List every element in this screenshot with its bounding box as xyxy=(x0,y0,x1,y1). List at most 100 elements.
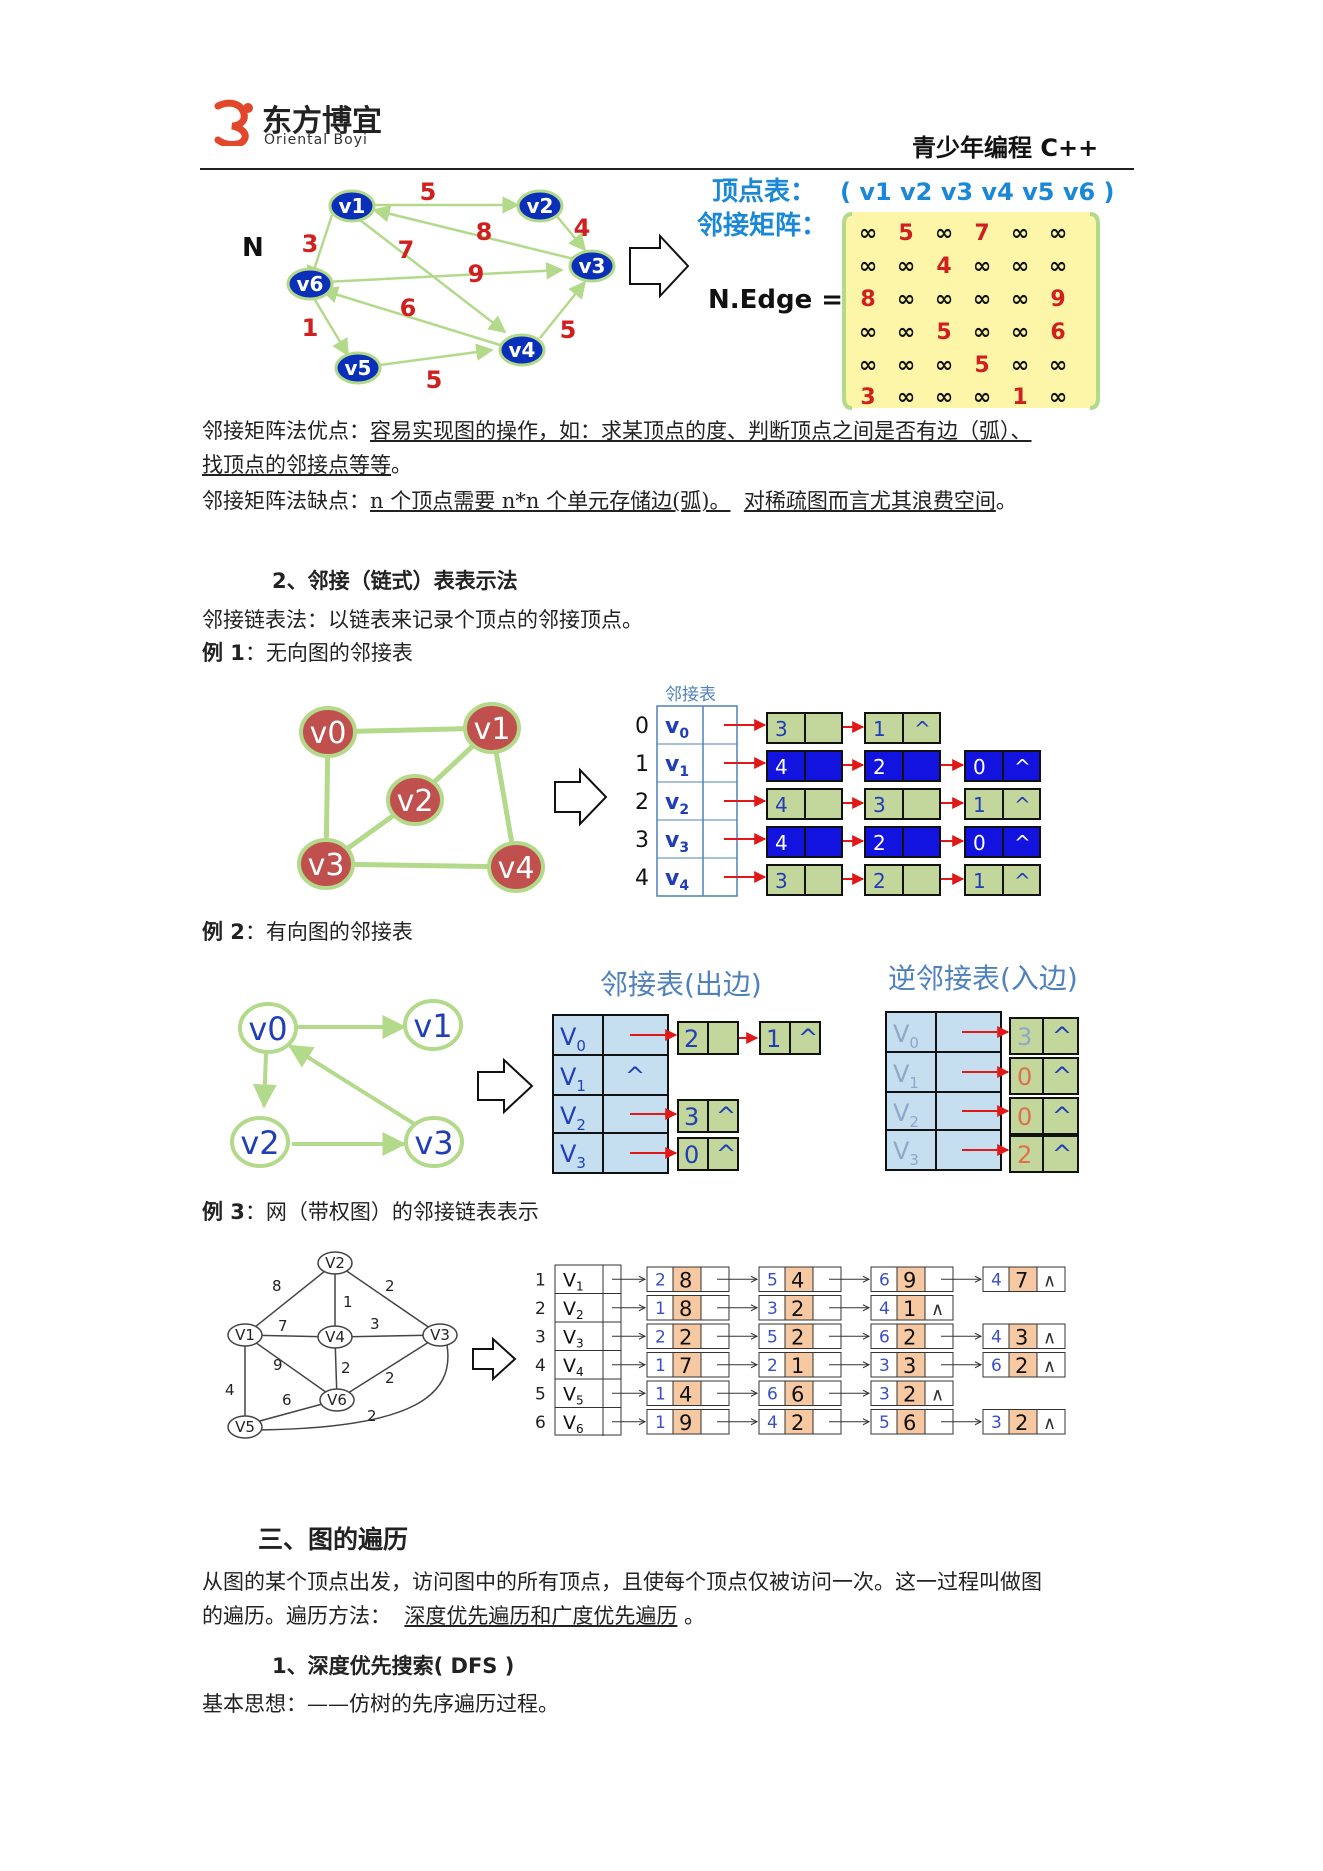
vertex-sub: 1 xyxy=(576,1279,584,1293)
list-nodes: 3 1 ^ 4 2 0 ^ 4 3 1 ^ 4 2 0 ^ 3 2 1 ^ xyxy=(766,712,1041,896)
node-label: v0 xyxy=(310,716,347,751)
matrix-cell: ∞ xyxy=(1049,221,1067,246)
traversal-line-1: 从图的某个顶点出发，访问图中的所有顶点，且使每个顶点仅被访问一次。这一过程叫做图 xyxy=(202,1570,1042,1594)
null-pointer-mark: ^ xyxy=(1052,1062,1072,1090)
vertex-name: V xyxy=(893,1137,910,1165)
network-nodes: V2 V1 V4 V3 V6 V5 xyxy=(227,1251,458,1439)
matrix-cell: 5 xyxy=(898,221,913,246)
node-label: v1 xyxy=(474,712,511,747)
hollow-arrow-icon xyxy=(477,1057,534,1115)
vertex-letter: V xyxy=(563,1355,576,1377)
matrix-cell: ∞ xyxy=(1011,353,1029,378)
node-label: v2 xyxy=(240,1124,279,1162)
null-pointer-mark: ^ xyxy=(1014,831,1031,855)
edge-weight-value: 4 xyxy=(791,1268,804,1292)
node-label: v3 xyxy=(308,848,345,883)
figure-network-matrix: N v1 v2 v3 v4 v5 v6 5 4 8 7 9 3 6 1 5 5 xyxy=(242,176,1115,410)
vertex-sub: 4 xyxy=(576,1365,584,1379)
disadvantages-paragraph: 邻接矩阵法缺点：n 个顶点需要 n*n 个单元存储边(弧)。 对稀疏图而言尤其浪… xyxy=(202,484,1132,518)
example-2-text: ：有向图的邻接表 xyxy=(244,920,413,944)
vertex-letter: V xyxy=(563,1326,576,1348)
matrix-cell: ∞ xyxy=(897,287,915,312)
example-1-label: 例 1 xyxy=(202,641,245,665)
vertex-table-label: 顶点表： xyxy=(712,176,816,207)
adjacent-vertex: 5 xyxy=(767,1327,778,1347)
network-weights: 8 2 1 7 3 9 2 2 4 6 2 xyxy=(225,1277,395,1425)
edge-weight: 1 xyxy=(302,314,319,342)
row-index: 3 xyxy=(635,828,649,853)
edge-weight-value: 2 xyxy=(903,1382,916,1406)
adjacent-vertex: 5 xyxy=(879,1413,890,1433)
node-label: v3 xyxy=(414,1124,453,1162)
adjacent-vertex: 1 xyxy=(655,1356,666,1376)
null-pointer-mark: ^ xyxy=(798,1024,818,1052)
vertex-sub: 2 xyxy=(679,802,689,818)
matrix-cell: ∞ xyxy=(1049,353,1067,378)
vertex-name: v xyxy=(665,714,680,739)
list-node-value: 4 xyxy=(775,831,788,855)
edge-weight: 5 xyxy=(426,366,443,394)
brand-logo-icon xyxy=(214,99,253,146)
list-node-value: 0 xyxy=(684,1141,699,1169)
edge-weight-value: 9 xyxy=(903,1268,916,1292)
adjacent-vertex: 4 xyxy=(767,1413,778,1433)
row-index: 6 xyxy=(535,1413,546,1433)
matrix-cell: ∞ xyxy=(1049,254,1067,279)
edge-weight: 5 xyxy=(560,316,577,344)
edge-weight-value: 9 xyxy=(679,1411,692,1435)
null-pointer-mark: ∧ xyxy=(931,1384,944,1405)
adjacent-vertex: 4 xyxy=(991,1270,1002,1290)
adjacent-vertex: 3 xyxy=(991,1413,1002,1433)
adjacent-vertex: 2 xyxy=(767,1356,778,1376)
node-label: V2 xyxy=(325,1254,345,1272)
adjacent-vertex: 2 xyxy=(655,1270,666,1290)
adjacent-vertex: 2 xyxy=(655,1327,666,1347)
in-edges-title: 逆邻接表(入边) xyxy=(888,962,1078,995)
list-node-value: 2 xyxy=(873,869,886,893)
brand-name-en: Oriental Boyi xyxy=(264,132,368,148)
adjacent-vertex: 3 xyxy=(879,1356,890,1376)
figure-weighted-adjacency-list: 8 2 1 7 3 9 2 2 4 6 2 V2 V1 V4 V3 V6 V5 … xyxy=(225,1251,1066,1439)
edge-weight: 8 xyxy=(272,1277,282,1295)
node-label: v0 xyxy=(248,1010,287,1048)
vertex-name: v xyxy=(665,866,680,891)
row-index: 4 xyxy=(635,866,649,891)
list-node-value: 1 xyxy=(973,793,986,817)
adjacency-table-title: 邻接表 xyxy=(665,685,716,705)
vertex-name: V xyxy=(560,1140,577,1168)
list-node-value: 3 xyxy=(873,793,886,817)
edge-weight-value: 2 xyxy=(791,1297,804,1321)
matrix-cell: ∞ xyxy=(897,385,915,410)
vertex-name: V xyxy=(893,1099,910,1127)
graph-edges xyxy=(306,196,587,367)
adjacent-vertex: 4 xyxy=(879,1299,890,1319)
null-pointer-mark: ^ xyxy=(716,1140,736,1168)
matrix-cell: ∞ xyxy=(973,320,991,345)
vertex-name: V xyxy=(893,1020,910,1048)
null-pointer-mark: ∧ xyxy=(931,1299,944,1320)
adjacent-vertex: 3 xyxy=(767,1299,778,1319)
adjacent-vertex: 4 xyxy=(991,1327,1002,1347)
edge-weight-value: 7 xyxy=(679,1354,692,1378)
vertex-letter: V xyxy=(563,1298,576,1320)
list-node-value: 4 xyxy=(775,793,788,817)
vertex-sub: 4 xyxy=(679,878,689,894)
vertex-sub: 2 xyxy=(909,1113,919,1131)
vertex-sub: 3 xyxy=(576,1154,586,1172)
null-pointer-mark: ^ xyxy=(1052,1102,1072,1130)
vertex-sub: 3 xyxy=(576,1336,584,1350)
edge-weight: 2 xyxy=(385,1277,395,1295)
disadvantages-end: 。 xyxy=(995,489,1017,513)
null-pointer-mark: ∧ xyxy=(1043,1413,1056,1434)
adjacent-vertex: 6 xyxy=(991,1356,1002,1376)
matrix-cell: ∞ xyxy=(935,385,953,410)
edge-weight: 3 xyxy=(370,1315,380,1333)
null-pointer-mark: ^ xyxy=(716,1102,736,1130)
list-node-value: 2 xyxy=(1017,1141,1032,1169)
vertex-sub: 0 xyxy=(679,726,689,742)
vertex-sub: 2 xyxy=(576,1308,584,1322)
vertex-sub: 3 xyxy=(909,1151,919,1169)
edge-weight-value: 3 xyxy=(1015,1325,1028,1349)
vertex-sub: 2 xyxy=(576,1116,586,1134)
subsection-heading-dfs: 1、深度优先搜索( DFS ) xyxy=(272,1654,515,1678)
